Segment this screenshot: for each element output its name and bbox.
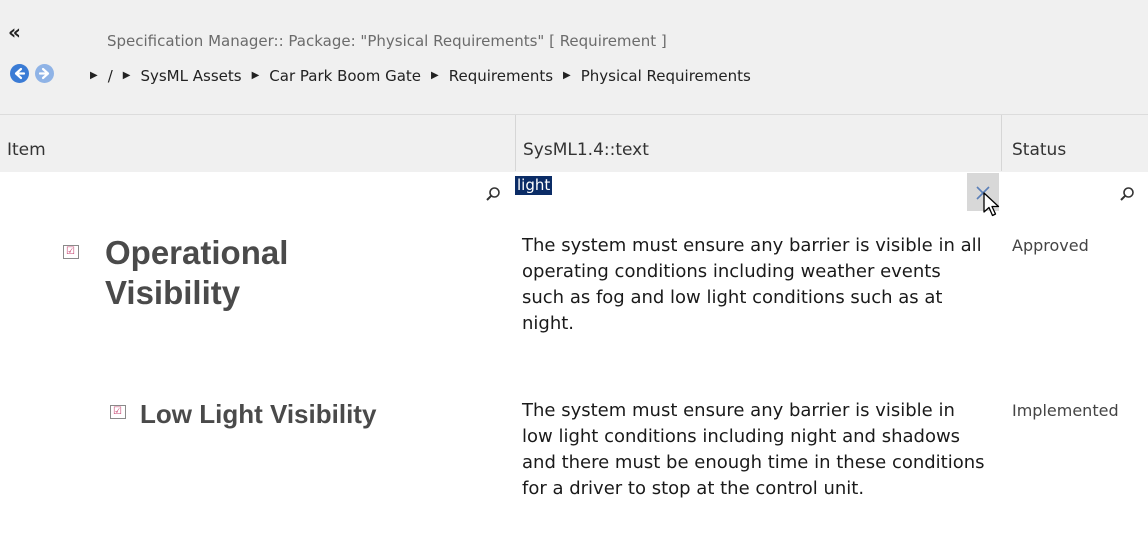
requirement-title[interactable]: Operational Visibility: [105, 233, 288, 313]
requirement-title-line: Visibility: [105, 274, 241, 311]
requirement-icon: ☑: [110, 405, 126, 419]
collapse-panel-button[interactable]: «: [8, 22, 21, 42]
column-header-item[interactable]: Item: [7, 140, 46, 160]
breadcrumb: ▶ / ▶ SysML Assets ▶ Car Park Boom Gate …: [90, 67, 761, 85]
requirement-text[interactable]: The system must ensure any barrier is vi…: [522, 398, 987, 502]
chevron-right-icon: ▶: [431, 69, 439, 81]
text-filter-input[interactable]: light: [515, 176, 553, 195]
requirement-text[interactable]: The system must ensure any barrier is vi…: [522, 233, 987, 337]
search-icon[interactable]: [1119, 186, 1135, 206]
status-value[interactable]: Approved: [1012, 236, 1089, 255]
breadcrumb-item-car-park-boom-gate[interactable]: Car Park Boom Gate: [269, 67, 421, 85]
column-header-text[interactable]: SysML1.4::text: [523, 140, 649, 160]
column-divider[interactable]: [1001, 115, 1002, 171]
column-header-status[interactable]: Status: [1012, 140, 1066, 160]
status-value[interactable]: Implemented: [1012, 401, 1119, 420]
chevron-right-icon: ▶: [122, 69, 131, 81]
chevron-right-icon: ▶: [563, 69, 571, 81]
chevron-right-icon: ▶: [251, 69, 260, 81]
requirement-title[interactable]: Low Light Visibility: [140, 398, 376, 430]
chevron-right-icon: ▶: [90, 69, 98, 81]
requirement-title-line: Operational: [105, 234, 289, 271]
back-arrow-icon[interactable]: [10, 64, 29, 83]
forward-arrow-icon[interactable]: [35, 64, 54, 83]
column-divider[interactable]: [515, 115, 516, 171]
window-title: Specification Manager:: Package: "Physic…: [107, 32, 667, 50]
breadcrumb-item-physical-requirements[interactable]: Physical Requirements: [581, 67, 751, 85]
breadcrumb-item-requirements[interactable]: Requirements: [449, 67, 553, 85]
toolbar-spacer: [0, 100, 1148, 114]
mouse-pointer-icon: [982, 192, 1002, 222]
breadcrumb-root[interactable]: /: [108, 67, 113, 85]
requirement-icon: ☑: [63, 245, 79, 259]
breadcrumb-item-sysml-assets[interactable]: SysML Assets: [140, 67, 241, 85]
search-icon[interactable]: [485, 186, 501, 206]
